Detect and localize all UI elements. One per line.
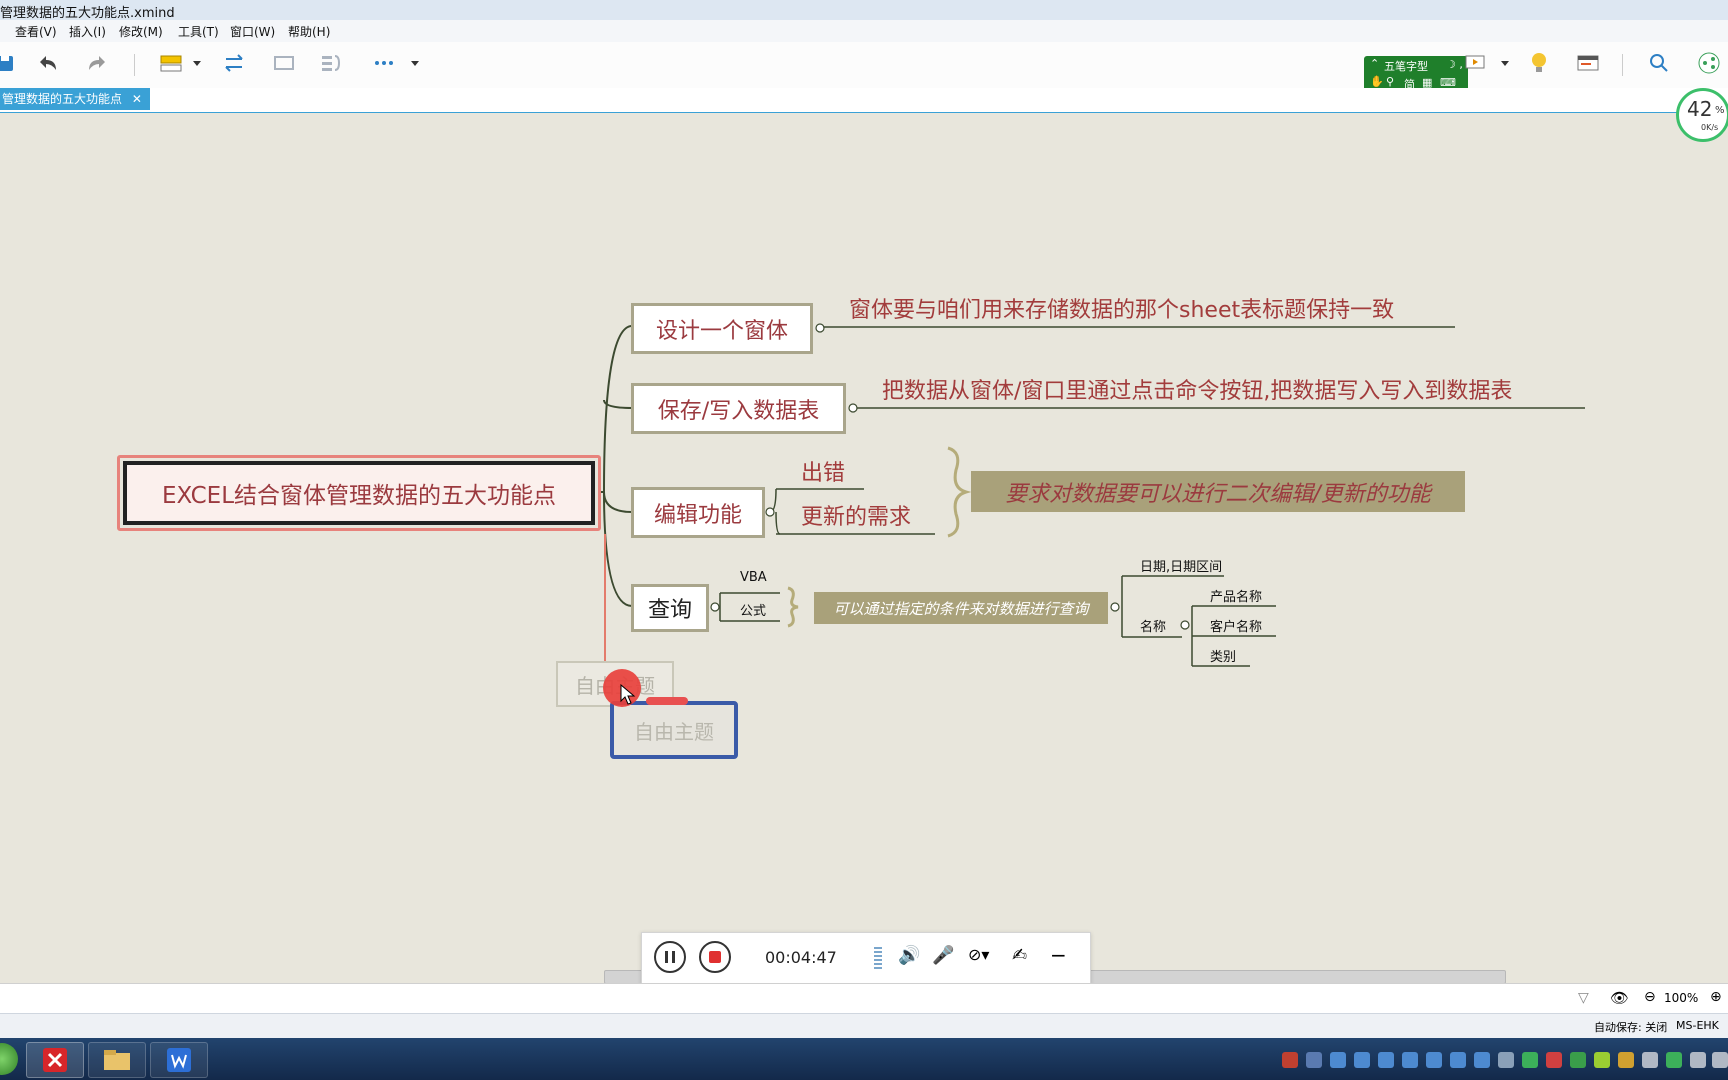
cursor-icon — [620, 684, 636, 705]
shield-icon[interactable] — [1570, 1052, 1586, 1068]
wechat-icon[interactable] — [1522, 1052, 1538, 1068]
network-icon[interactable] — [1690, 1052, 1706, 1068]
query-child-formula[interactable]: 公式 — [740, 600, 766, 619]
central-topic-frame[interactable]: EXCEL结合窗体管理数据的五大功能点 — [117, 455, 601, 531]
query-sub-name[interactable]: 名称 — [1140, 616, 1166, 635]
free-topic[interactable]: 自由主题 — [610, 701, 738, 759]
tray-icon[interactable] — [1306, 1052, 1322, 1068]
pause-button[interactable] — [654, 941, 686, 973]
taskbar-explorer[interactable] — [88, 1042, 146, 1078]
recorder-bar: 00:04:47 🔊 🎤 ⊘▾ ✍ − — [641, 932, 1091, 984]
query-name-customer[interactable]: 客户名称 — [1210, 616, 1262, 635]
tray-icon[interactable] — [1426, 1052, 1442, 1068]
query-sub-date[interactable]: 日期,日期区间 — [1140, 556, 1222, 575]
taskbar-wps[interactable] — [150, 1042, 208, 1078]
summary-edit[interactable]: 要求对数据要可以进行二次编辑/更新的功能 — [971, 471, 1465, 512]
tray-icon[interactable] — [1642, 1052, 1658, 1068]
tray-icon[interactable] — [1498, 1052, 1514, 1068]
query-name-product[interactable]: 产品名称 — [1210, 586, 1262, 605]
tray-icon[interactable] — [1474, 1052, 1490, 1068]
edit-child-update[interactable]: 更新的需求 — [801, 499, 911, 531]
query-child-vba[interactable]: VBA — [740, 570, 767, 585]
central-topic: EXCEL结合窗体管理数据的五大功能点 — [123, 461, 595, 525]
drag-handle[interactable] — [874, 947, 882, 969]
tray-icon[interactable] — [1402, 1052, 1418, 1068]
status-line: ▽ 👁 ⊖ 100% ⊕ — [0, 983, 1728, 1014]
zoom-in-icon[interactable]: ⊕ — [1710, 989, 1722, 1005]
status-bar: 自动保存: 关闭 MS-EHK — [0, 1013, 1728, 1039]
branch-topic-design-form[interactable]: 设计一个窗体 — [631, 303, 813, 354]
drop-indicator — [646, 697, 688, 705]
edit-child-error[interactable]: 出错 — [801, 455, 845, 487]
autosave-status[interactable]: 自动保存: 关闭 — [1594, 1019, 1667, 1035]
eye-icon[interactable]: 👁 — [1610, 989, 1629, 1007]
pen-icon[interactable]: ✍ — [1012, 945, 1027, 966]
query-name-category[interactable]: 类别 — [1210, 646, 1236, 665]
branch-topic-save-write[interactable]: 保存/写入数据表 — [631, 383, 846, 434]
branch-topic-query[interactable]: 查询 — [631, 584, 709, 632]
zoom-level: 100% — [1664, 991, 1699, 1005]
tray-icon[interactable] — [1594, 1052, 1610, 1068]
taskbar — [0, 1038, 1728, 1080]
speaker-icon[interactable]: 🔊 — [898, 945, 920, 966]
tray-icon[interactable] — [1450, 1052, 1466, 1068]
microphone-icon[interactable]: 🎤 — [932, 945, 954, 966]
stop-button[interactable] — [699, 941, 731, 973]
tray-icon[interactable] — [1330, 1052, 1346, 1068]
zoom-out-icon[interactable]: ⊖ — [1644, 989, 1656, 1005]
taskbar-xmind[interactable] — [26, 1042, 84, 1078]
recorder-time: 00:04:47 — [765, 948, 837, 967]
user-status: MS-EHK — [1676, 1019, 1719, 1032]
ime-tray-icon[interactable] — [1282, 1052, 1298, 1068]
note-design-form[interactable]: 窗体要与咱们用来存储数据的那个sheet表标题保持一致 — [849, 292, 1394, 324]
mindmap-connectors — [598, 323, 1585, 690]
volume-icon[interactable] — [1712, 1052, 1728, 1068]
branch-topic-edit[interactable]: 编辑功能 — [631, 487, 765, 538]
minimize-icon[interactable]: − — [1050, 943, 1067, 967]
tray-icon[interactable] — [1546, 1052, 1562, 1068]
tray-icon[interactable] — [1354, 1052, 1370, 1068]
start-button[interactable] — [0, 1043, 18, 1075]
note-save-write[interactable]: 把数据从窗体/窗口里通过点击命令按钮,把数据写入写入到数据表 — [882, 373, 1512, 405]
filter-icon[interactable]: ▽ — [1578, 990, 1589, 1006]
summary-query[interactable]: 可以通过指定的条件来对数据进行查询 — [814, 592, 1108, 624]
camera-off-icon[interactable]: ⊘▾ — [968, 945, 989, 964]
tray-icon[interactable] — [1666, 1052, 1682, 1068]
tray-icon[interactable] — [1618, 1052, 1634, 1068]
tray-icon[interactable] — [1378, 1052, 1394, 1068]
